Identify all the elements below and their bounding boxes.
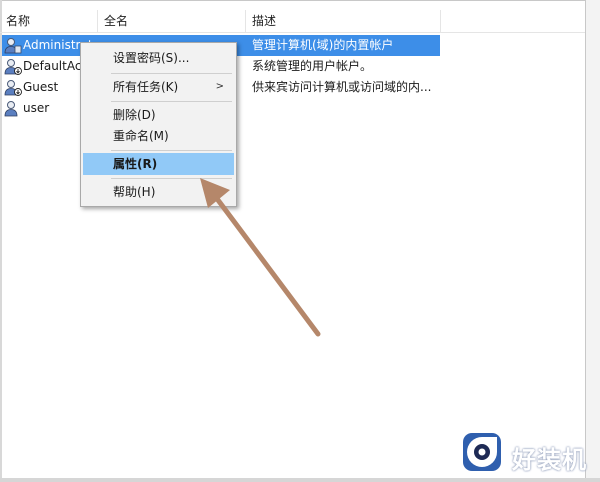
- user-account-icon: [4, 80, 22, 96]
- vertical-scrollbar[interactable]: [585, 0, 600, 482]
- menu-item-label: 帮助(H): [113, 185, 156, 199]
- menu-item-label: 重命名(M): [113, 129, 169, 143]
- watermark-text: 好装机: [512, 446, 587, 474]
- menu-item-delete[interactable]: 删除(D): [83, 104, 234, 126]
- column-header-fullname[interactable]: 全名: [98, 10, 246, 32]
- bottom-border: [0, 478, 600, 482]
- menu-item-help[interactable]: 帮助(H): [83, 181, 234, 203]
- top-border: [0, 0, 585, 1]
- chevron-right-icon: >: [215, 81, 224, 92]
- menu-separator: [111, 178, 232, 179]
- menu-item-label: 所有任务(K): [113, 80, 179, 94]
- user-name: DefaultAcc: [23, 59, 89, 73]
- menu-item-set-password[interactable]: 设置密码(S)...: [83, 47, 234, 69]
- user-account-icon: [4, 101, 18, 117]
- user-description: 系统管理的用户帐户。: [252, 59, 373, 73]
- context-menu: 设置密码(S)... 所有任务(K) > 删除(D) 重命名(M) 属性(R) …: [80, 42, 237, 207]
- menu-item-label: 删除(D): [113, 108, 156, 122]
- list-header: 名称 全名 描述: [0, 10, 585, 33]
- menu-item-label: 属性(R): [113, 157, 158, 171]
- user-name: user: [23, 101, 50, 115]
- column-header-description[interactable]: 描述: [246, 10, 441, 32]
- user-account-icon: [4, 59, 22, 75]
- eye-logo-icon: [463, 433, 501, 471]
- menu-item-rename[interactable]: 重命名(M): [83, 125, 234, 147]
- menu-separator: [111, 73, 232, 74]
- menu-separator: [111, 150, 232, 151]
- column-header-name[interactable]: 名称: [0, 10, 98, 32]
- user-description: 管理计算机(域)的内置帐户: [252, 38, 394, 52]
- user-name: Guest: [23, 80, 59, 94]
- user-description: 供来宾访问计算机或访问域的内...: [252, 80, 432, 94]
- menu-item-all-tasks[interactable]: 所有任务(K) >: [83, 76, 234, 98]
- menu-item-properties[interactable]: 属性(R): [83, 153, 234, 175]
- menu-item-label: 设置密码(S)...: [113, 51, 190, 65]
- menu-separator: [111, 101, 232, 102]
- user-account-icon: [4, 38, 22, 54]
